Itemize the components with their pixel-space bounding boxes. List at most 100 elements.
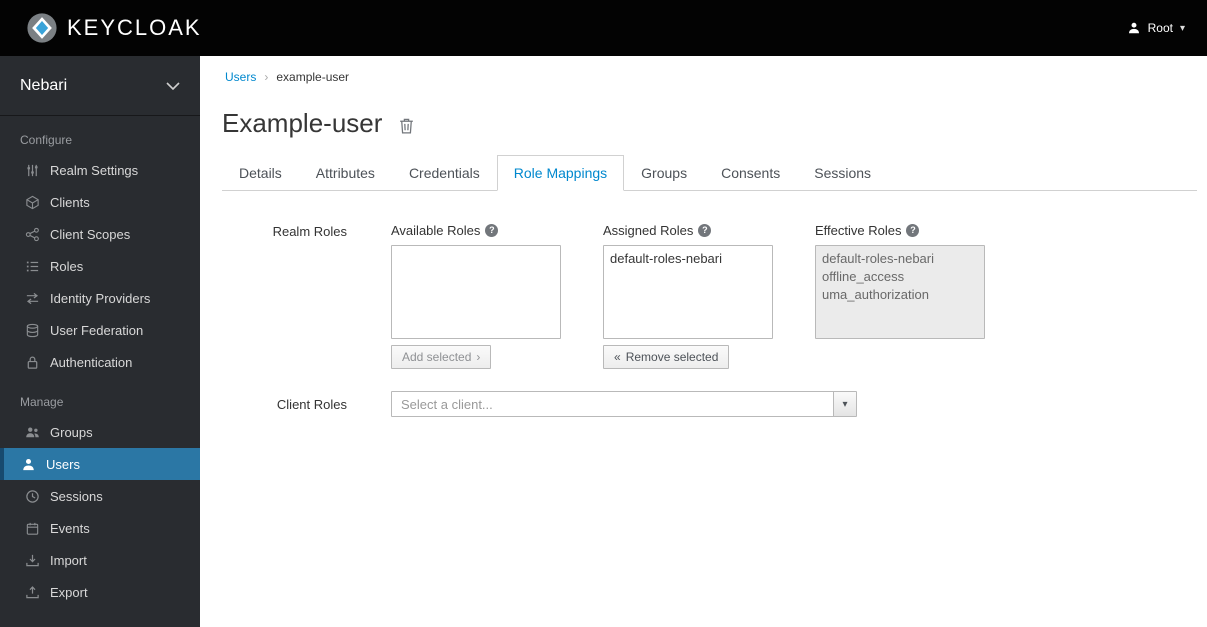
effective-roles-column: Effective Roles ? default-roles-nebari o… — [815, 223, 985, 369]
keycloak-admin-console: KEYCLOAK Root ▾ Nebari Configure Realm S… — [0, 0, 1207, 627]
users-group-icon — [24, 424, 40, 440]
available-roles-listbox[interactable] — [391, 245, 561, 339]
clock-icon — [24, 488, 40, 504]
sidebar-item-label: Export — [50, 584, 88, 600]
help-icon[interactable]: ? — [906, 224, 920, 237]
add-selected-button[interactable]: Add selected › — [391, 345, 492, 369]
caret-down-icon: ▾ — [842, 398, 848, 410]
tab-groups[interactable]: Groups — [624, 155, 704, 191]
sidebar-item-authentication[interactable]: Authentication — [0, 346, 200, 378]
sidebar-item-label: Clients — [50, 194, 90, 210]
sidebar-item-roles[interactable]: Roles — [0, 250, 200, 282]
user-icon — [20, 456, 36, 472]
caret-down-icon: ▾ — [1179, 22, 1185, 34]
sidebar-item-label: Users — [46, 456, 80, 472]
tab-credentials[interactable]: Credentials — [392, 155, 497, 191]
user-menu-label: Root — [1147, 21, 1173, 35]
help-icon[interactable]: ? — [485, 224, 499, 237]
sidebar-item-import[interactable]: Import — [0, 544, 200, 576]
sidebar-item-groups[interactable]: Groups — [0, 416, 200, 448]
user-icon — [1127, 21, 1141, 35]
sidebar-item-identity-providers[interactable]: Identity Providers — [0, 282, 200, 314]
sliders-icon — [24, 162, 40, 178]
realm-selector[interactable]: Nebari — [0, 56, 200, 116]
chevron-down-icon — [166, 81, 180, 90]
list-item: uma_authorization — [822, 287, 929, 302]
sidebar-item-clients[interactable]: Clients — [0, 186, 200, 218]
sidebar-item-realm-settings[interactable]: Realm Settings — [0, 154, 200, 186]
client-select[interactable]: Select a client... ▾ — [391, 391, 857, 417]
sidebar-item-label: User Federation — [50, 322, 144, 338]
available-roles-header: Available Roles — [391, 223, 481, 238]
remove-selected-button[interactable]: « Remove selected — [603, 345, 730, 369]
share-icon — [24, 226, 40, 242]
main-content: Users › example-user Example-user Detail… — [200, 56, 1207, 627]
sidebar-item-sessions[interactable]: Sessions — [0, 480, 200, 512]
database-icon — [24, 322, 40, 338]
app-header: KEYCLOAK Root ▾ — [0, 0, 1207, 56]
sidebar-item-events[interactable]: Events — [0, 512, 200, 544]
tab-bar: Details Attributes Credentials Role Mapp… — [222, 155, 1197, 191]
sidebar-item-label: Identity Providers — [50, 290, 151, 306]
tab-consents[interactable]: Consents — [704, 155, 797, 191]
breadcrumb-current: example-user — [276, 70, 350, 84]
sidebar-item-label: Groups — [50, 424, 93, 440]
sidebar-item-users[interactable]: Users — [0, 448, 200, 480]
assigned-roles-column: Assigned Roles ? default-roles-nebari « … — [603, 223, 773, 369]
exchange-icon — [24, 290, 40, 306]
sidebar-item-label: Authentication — [50, 354, 133, 370]
available-roles-column: Available Roles ? Add selected › — [391, 223, 561, 369]
remove-selected-label: Remove selected — [625, 350, 719, 364]
page-title: Example-user — [222, 108, 383, 138]
title-row: Example-user — [222, 108, 1197, 139]
sidebar-item-label: Import — [50, 552, 87, 568]
select-toggle-button[interactable]: ▾ — [833, 392, 856, 416]
realm-roles-row: Realm Roles Available Roles ? Add select… — [222, 223, 1197, 369]
sidebar-item-export[interactable]: Export — [0, 576, 200, 608]
sidebar-item-user-federation[interactable]: User Federation — [0, 314, 200, 346]
sidebar-section-configure: Configure — [20, 133, 73, 147]
sidebar-item-label: Sessions — [50, 488, 103, 504]
cube-icon — [24, 194, 40, 210]
list-icon — [24, 258, 40, 274]
user-menu[interactable]: Root ▾ — [1127, 21, 1207, 35]
sidebar-item-label: Events — [50, 520, 90, 536]
sidebar-item-client-scopes[interactable]: Client Scopes — [0, 218, 200, 250]
list-item: offline_access — [822, 269, 905, 284]
angle-double-left-icon: « — [614, 350, 621, 364]
help-icon[interactable]: ? — [698, 224, 712, 237]
sidebar-item-label: Realm Settings — [50, 162, 139, 178]
keycloak-logo[interactable]: KEYCLOAK — [0, 12, 202, 44]
effective-roles-listbox: default-roles-nebari offline_access uma_… — [815, 245, 985, 339]
tab-sessions[interactable]: Sessions — [797, 155, 888, 191]
breadcrumb: Users › example-user — [225, 70, 1197, 84]
trash-icon[interactable] — [398, 117, 415, 135]
tab-attributes[interactable]: Attributes — [299, 155, 392, 191]
import-icon — [24, 552, 40, 568]
export-icon — [24, 584, 40, 600]
list-item[interactable]: default-roles-nebari — [610, 250, 766, 268]
role-mappings-form: Realm Roles Available Roles ? Add select… — [222, 191, 1197, 417]
angle-right-icon: › — [476, 350, 481, 364]
calendar-icon — [24, 520, 40, 536]
breadcrumb-link-users[interactable]: Users — [225, 70, 256, 84]
tab-details[interactable]: Details — [222, 155, 299, 191]
brand-text: KEYCLOAK — [67, 15, 202, 40]
client-roles-label: Client Roles — [276, 397, 347, 412]
realm-roles-label: Realm Roles — [272, 224, 347, 239]
sidebar: Nebari Configure Realm Settings Clients … — [0, 56, 200, 627]
realm-name: Nebari — [20, 76, 68, 94]
breadcrumb-separator-icon: › — [264, 70, 269, 84]
lock-icon — [24, 354, 40, 370]
assigned-roles-listbox[interactable]: default-roles-nebari — [603, 245, 773, 339]
sidebar-item-label: Client Scopes — [50, 226, 131, 242]
client-select-value: Select a client... — [401, 396, 493, 412]
list-item: default-roles-nebari — [822, 251, 935, 266]
sidebar-item-label: Roles — [50, 258, 84, 274]
assigned-roles-header: Assigned Roles — [603, 223, 694, 238]
keycloak-logo-icon — [26, 12, 58, 44]
effective-roles-header: Effective Roles — [815, 223, 902, 238]
client-roles-row: Client Roles Select a client... ▾ — [222, 391, 1197, 417]
sidebar-section-manage: Manage — [20, 395, 64, 409]
tab-role-mappings[interactable]: Role Mappings — [496, 155, 625, 191]
